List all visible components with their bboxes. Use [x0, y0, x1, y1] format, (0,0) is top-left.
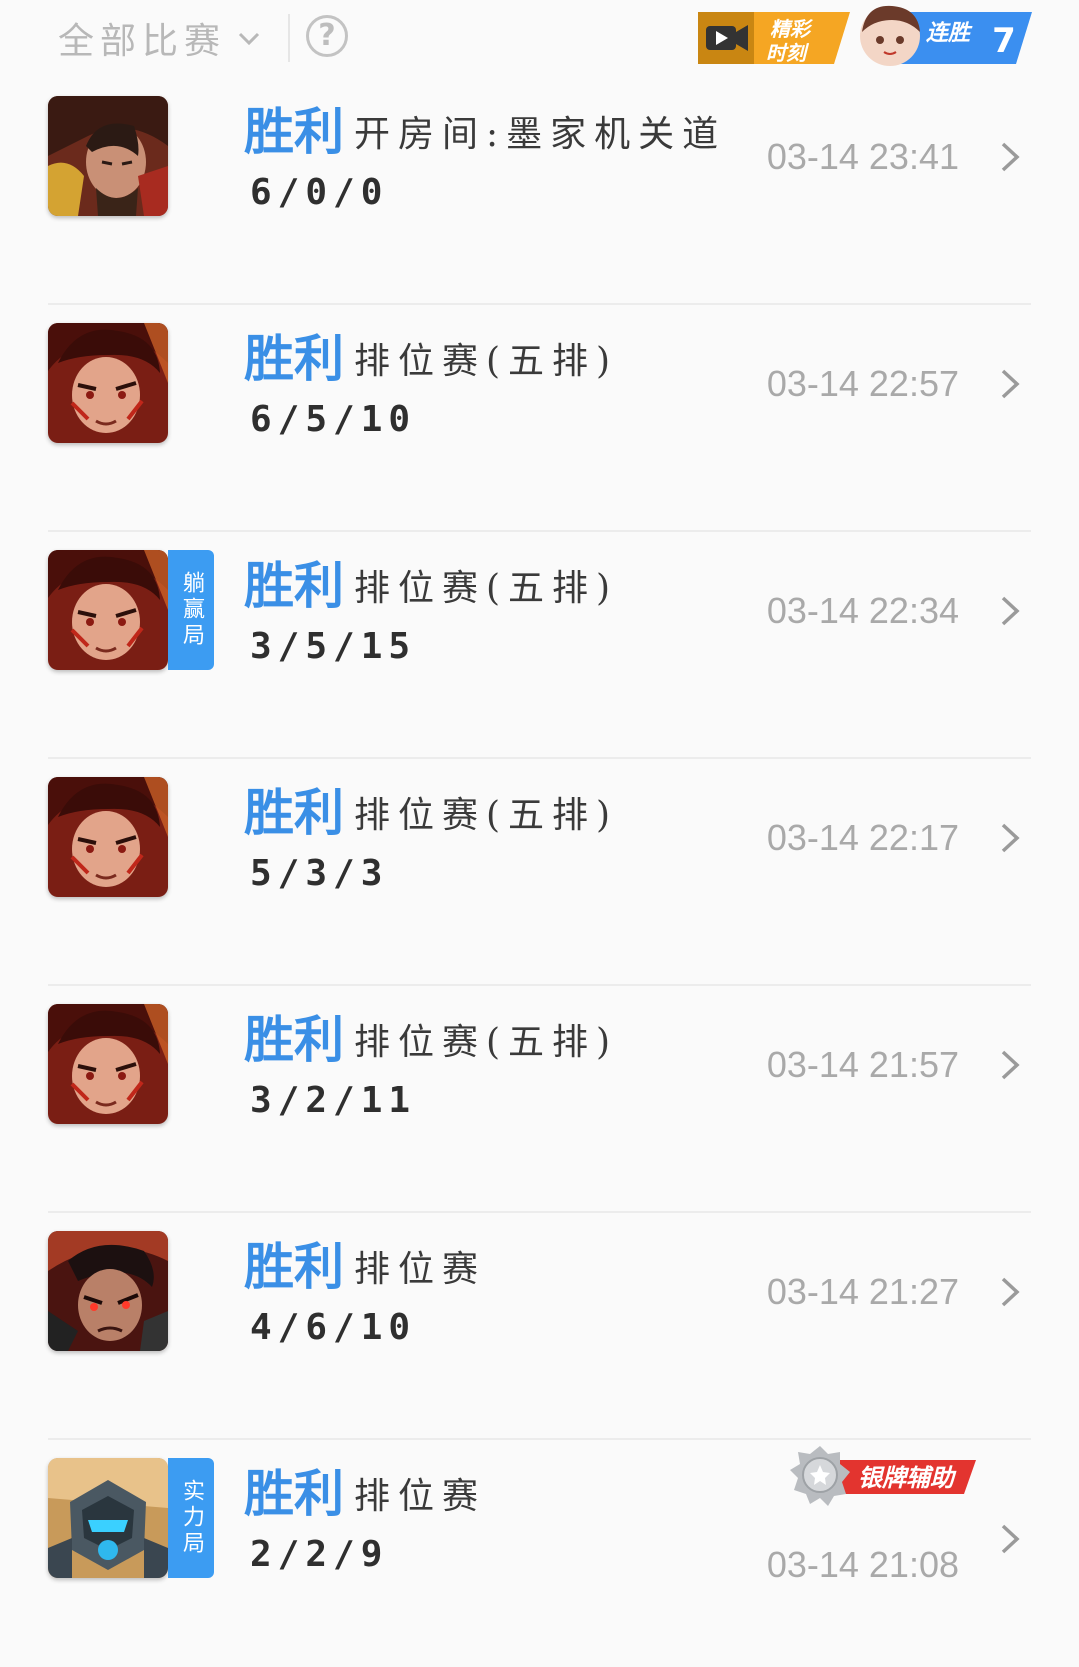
match-time: 03-14 22:17	[766, 817, 959, 858]
match-kda: 6/0/0	[250, 172, 389, 213]
help-icon[interactable]: ?	[306, 15, 348, 57]
match-row[interactable]: 实力局 胜利 排位赛 2/2/9 银牌辅助 03-14 21:08	[0, 1440, 1079, 1667]
match-time: 03-14 23:41	[766, 136, 959, 177]
hero-portrait-red-icon	[48, 323, 168, 443]
win-streak-badge[interactable]: 连胜 7	[856, 2, 1032, 70]
match-mode: 排位赛(五排)	[354, 341, 619, 382]
match-result: 胜利	[244, 1238, 344, 1296]
chevron-right-icon	[1001, 1277, 1020, 1307]
match-kda: 3/5/15	[250, 626, 417, 667]
highlight-text-2: 时刻	[766, 41, 810, 65]
match-mode: 排位赛	[354, 1476, 487, 1517]
match-mode: 排位赛	[354, 1249, 487, 1290]
tag-label: 实力局	[179, 1479, 204, 1557]
header-divider	[288, 14, 290, 62]
filter-label: 全部比赛	[58, 21, 227, 62]
match-time: 03-14 22:34	[766, 590, 959, 631]
match-time: 03-14 21:57	[766, 1044, 959, 1085]
hero-portrait-red-icon	[48, 550, 168, 670]
chevron-right-icon	[1001, 1050, 1020, 1080]
match-mode: 排位赛(五排)	[354, 1022, 619, 1063]
match-time: 03-14 21:08	[766, 1544, 959, 1585]
match-row[interactable]: 胜利 排位赛(五排) 3/2/11 03-14 21:57	[0, 986, 1079, 1213]
chevron-right-icon	[1001, 1524, 1020, 1554]
match-mode: 开房间:墨家机关道	[354, 114, 727, 155]
match-filter-dropdown[interactable]: 全部比赛	[58, 8, 260, 68]
highlight-text-1: 精彩	[770, 17, 814, 41]
chevron-right-icon	[1001, 142, 1020, 172]
match-result: 胜利	[244, 103, 344, 161]
tag-strength-game: 实力局	[168, 1458, 214, 1578]
match-result: 胜利	[244, 1011, 344, 1069]
match-history-list: 胜利 开房间:墨家机关道 6/0/0 03-14 23:41 胜利 排位赛(五排…	[0, 78, 1079, 1667]
match-row[interactable]: 胜利 排位赛(五排) 5/3/3 03-14 22:17	[0, 759, 1079, 986]
tag-carried-win: 躺赢局	[168, 550, 214, 670]
streak-count: 7	[992, 21, 1016, 61]
silver-medal-icon	[790, 1446, 850, 1506]
chevron-right-icon	[1001, 823, 1020, 853]
hero-portrait-red-icon	[48, 1004, 168, 1124]
match-row[interactable]: 胜利 开房间:墨家机关道 6/0/0 03-14 23:41	[0, 78, 1079, 305]
silver-support-medal: 银牌辅助	[790, 1446, 976, 1506]
match-row[interactable]: 胜利 排位赛 4/6/10 03-14 21:27	[0, 1213, 1079, 1440]
match-kda: 2/2/9	[250, 1534, 389, 1575]
match-result: 胜利	[244, 330, 344, 388]
hero-portrait-warrior-gold-icon	[48, 96, 168, 216]
streak-label: 连胜	[926, 21, 973, 46]
hero-portrait-robot-blue-icon	[48, 1458, 168, 1578]
tag-label: 躺赢局	[179, 571, 204, 649]
chevron-right-icon	[1001, 369, 1020, 399]
match-kda: 5/3/3	[250, 853, 389, 894]
match-kda: 4/6/10	[250, 1307, 417, 1348]
match-row[interactable]: 躺赢局 胜利 排位赛(五排) 3/5/15 03-14 22:34	[0, 532, 1079, 759]
hero-portrait-dark-icon	[48, 1231, 168, 1351]
chevron-right-icon	[1001, 596, 1020, 626]
header-bar: 全部比赛 ? 精彩 时刻 连胜 7	[0, 0, 1079, 78]
medal-label: 银牌辅助	[858, 1464, 957, 1492]
match-row[interactable]: 胜利 排位赛(五排) 6/5/10 03-14 22:57	[0, 305, 1079, 532]
match-time: 03-14 22:57	[766, 363, 959, 404]
match-kda: 3/2/11	[250, 1080, 417, 1121]
match-result: 胜利	[244, 557, 344, 615]
highlight-moments-button[interactable]: 精彩 时刻	[698, 8, 850, 66]
match-mode: 排位赛(五排)	[354, 795, 619, 836]
match-result: 胜利	[244, 784, 344, 842]
match-result: 胜利	[244, 1465, 344, 1523]
match-kda: 6/5/10	[250, 399, 417, 440]
hero-portrait-red-icon	[48, 777, 168, 897]
match-mode: 排位赛(五排)	[354, 568, 619, 609]
match-time: 03-14 21:27	[766, 1271, 959, 1312]
chevron-down-icon	[238, 32, 260, 46]
